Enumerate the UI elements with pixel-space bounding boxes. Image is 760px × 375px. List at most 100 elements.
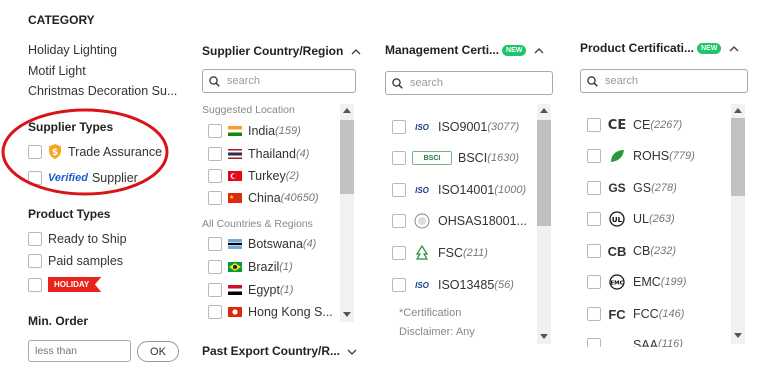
country-checkbox[interactable] xyxy=(208,305,222,319)
product-cert-heading[interactable]: Product Certificati... NEW xyxy=(580,41,739,55)
category-heading: CATEGORY xyxy=(28,13,95,27)
product-cert-name: GS xyxy=(633,181,652,195)
product-cert-name: ROHS xyxy=(633,149,670,163)
fsc-icon xyxy=(412,245,432,260)
product-cert-count: (779) xyxy=(669,150,695,162)
category-item-christmas-decoration[interactable]: Christmas Decoration Su... xyxy=(28,84,177,98)
holiday-checkbox[interactable] xyxy=(28,277,42,292)
min-order-input[interactable] xyxy=(28,340,131,362)
country-checkbox[interactable] xyxy=(208,147,222,161)
mgmt-cert-name: ISO13485 xyxy=(438,278,495,292)
thailand-flag-icon xyxy=(228,149,242,159)
chevron-up-icon xyxy=(534,47,544,54)
product-cert-checkbox[interactable] xyxy=(587,338,601,347)
scroll-down-icon[interactable] xyxy=(343,312,351,317)
product-cert-item[interactable]: CB CB (232) xyxy=(587,244,676,259)
product-cert-item[interactable]: UL UL (263) xyxy=(587,211,675,227)
product-cert-name: FCC xyxy=(633,307,659,321)
product-cert-count: (263) xyxy=(648,213,675,225)
scroll-down-icon[interactable] xyxy=(540,334,548,339)
country-checkbox[interactable] xyxy=(208,237,222,251)
supplier-country-title: Supplier Country/Region xyxy=(202,44,344,58)
paid-samples-option[interactable]: Paid samples xyxy=(28,254,123,268)
country-item[interactable]: Hong Kong S... xyxy=(208,305,333,319)
supplier-country-search-input[interactable] xyxy=(227,75,337,87)
supplier-country-scroll-thumb[interactable] xyxy=(340,120,354,194)
mgmt-cert-item[interactable]: ISO ISO9001 (3077) xyxy=(392,120,519,134)
mgmt-cert-checkbox[interactable] xyxy=(392,278,406,292)
product-cert-title: Product Certificati... xyxy=(580,41,695,55)
search-icon xyxy=(587,75,598,87)
product-cert-item[interactable]: GS GS (278) xyxy=(587,181,677,195)
country-checkbox[interactable] xyxy=(208,260,222,274)
scroll-down-icon[interactable] xyxy=(734,333,742,338)
scroll-up-icon[interactable] xyxy=(734,108,742,113)
category-item-holiday-lighting[interactable]: Holiday Lighting xyxy=(28,43,117,57)
egypt-flag-icon xyxy=(228,285,242,295)
product-cert-checkbox[interactable] xyxy=(587,212,601,226)
holiday-option[interactable]: HOLIDAY xyxy=(28,277,102,292)
supplier-country-search[interactable] xyxy=(202,69,356,93)
mgmt-cert-item[interactable]: FSC (211) xyxy=(392,245,488,260)
country-item[interactable]: Thailand (4) xyxy=(208,147,309,161)
mgmt-cert-checkbox[interactable] xyxy=(392,120,406,134)
management-cert-heading[interactable]: Management Certi... NEW xyxy=(385,43,544,57)
past-export-heading[interactable]: Past Export Country/R... xyxy=(202,344,357,358)
country-checkbox[interactable] xyxy=(208,191,222,205)
product-cert-checkbox[interactable] xyxy=(587,307,601,321)
product-cert-checkbox[interactable] xyxy=(587,181,601,195)
country-checkbox[interactable] xyxy=(208,124,222,138)
product-cert-checkbox[interactable] xyxy=(587,149,601,163)
product-cert-item[interactable]: SAA (116) xyxy=(587,338,683,347)
country-checkbox[interactable] xyxy=(208,169,222,183)
country-item[interactable]: Turkey (2) xyxy=(208,169,299,183)
paid-samples-checkbox[interactable] xyxy=(28,254,42,268)
product-cert-name: SAA xyxy=(633,338,659,347)
bsci-icon: BSCI xyxy=(412,151,452,165)
country-name: Hong Kong S... xyxy=(248,305,333,319)
mgmt-cert-checkbox[interactable] xyxy=(392,151,406,165)
management-cert-search-input[interactable] xyxy=(410,77,520,89)
product-cert-item[interactable]: CE CE (2267) xyxy=(587,118,682,133)
mgmt-cert-checkbox[interactable] xyxy=(392,214,406,228)
mgmt-cert-checkbox[interactable] xyxy=(392,183,406,197)
product-cert-search-input[interactable] xyxy=(605,75,715,87)
product-cert-scroll-thumb[interactable] xyxy=(731,118,745,196)
management-cert-scroll-thumb[interactable] xyxy=(537,120,551,226)
mgmt-cert-item[interactable]: OHSAS18001... xyxy=(392,213,527,229)
country-item[interactable]: ★ China (40650) xyxy=(208,191,319,205)
country-count: (159) xyxy=(275,125,301,137)
country-item[interactable]: India (159) xyxy=(208,124,301,138)
iso-icon: ISO xyxy=(415,122,429,132)
botswana-flag-icon xyxy=(228,239,242,249)
country-item[interactable]: Brazil (1) xyxy=(208,260,293,274)
management-cert-search[interactable] xyxy=(385,71,553,95)
mgmt-cert-checkbox[interactable] xyxy=(392,246,406,260)
mgmt-cert-item[interactable]: ISO ISO13485 (56) xyxy=(392,278,514,292)
product-cert-checkbox[interactable] xyxy=(587,244,601,258)
mgmt-cert-name: ISO9001 xyxy=(438,120,488,134)
product-cert-count: (116) xyxy=(658,338,683,347)
product-cert-checkbox[interactable] xyxy=(587,275,601,289)
product-cert-search[interactable] xyxy=(580,69,748,93)
country-item[interactable]: Botswana (4) xyxy=(208,237,316,251)
ready-to-ship-checkbox[interactable] xyxy=(28,232,42,246)
category-item-motif-light[interactable]: Motif Light xyxy=(28,64,86,78)
country-item[interactable]: Egypt (1) xyxy=(208,283,293,297)
product-cert-item[interactable]: FC FCC (146) xyxy=(587,307,684,322)
cert-disclaimer-line1: *Certification xyxy=(399,307,462,319)
svg-text:EMC: EMC xyxy=(610,281,623,287)
product-cert-item[interactable]: EMC EMC (199) xyxy=(587,274,686,290)
country-checkbox[interactable] xyxy=(208,283,222,297)
scroll-up-icon[interactable] xyxy=(540,108,548,113)
product-cert-checkbox[interactable] xyxy=(587,118,601,132)
mgmt-cert-item[interactable]: BSCI BSCI (1630) xyxy=(392,151,519,165)
mgmt-cert-item[interactable]: ISO ISO14001 (1000) xyxy=(392,183,526,197)
supplier-country-heading[interactable]: Supplier Country/Region xyxy=(202,44,361,58)
product-cert-item[interactable]: ROHS (779) xyxy=(587,149,695,163)
country-name: India xyxy=(248,124,276,138)
india-flag-icon xyxy=(228,126,242,136)
scroll-up-icon[interactable] xyxy=(343,108,351,113)
min-order-ok-button[interactable]: OK xyxy=(137,341,179,362)
ready-to-ship-option[interactable]: Ready to Ship xyxy=(28,232,127,246)
